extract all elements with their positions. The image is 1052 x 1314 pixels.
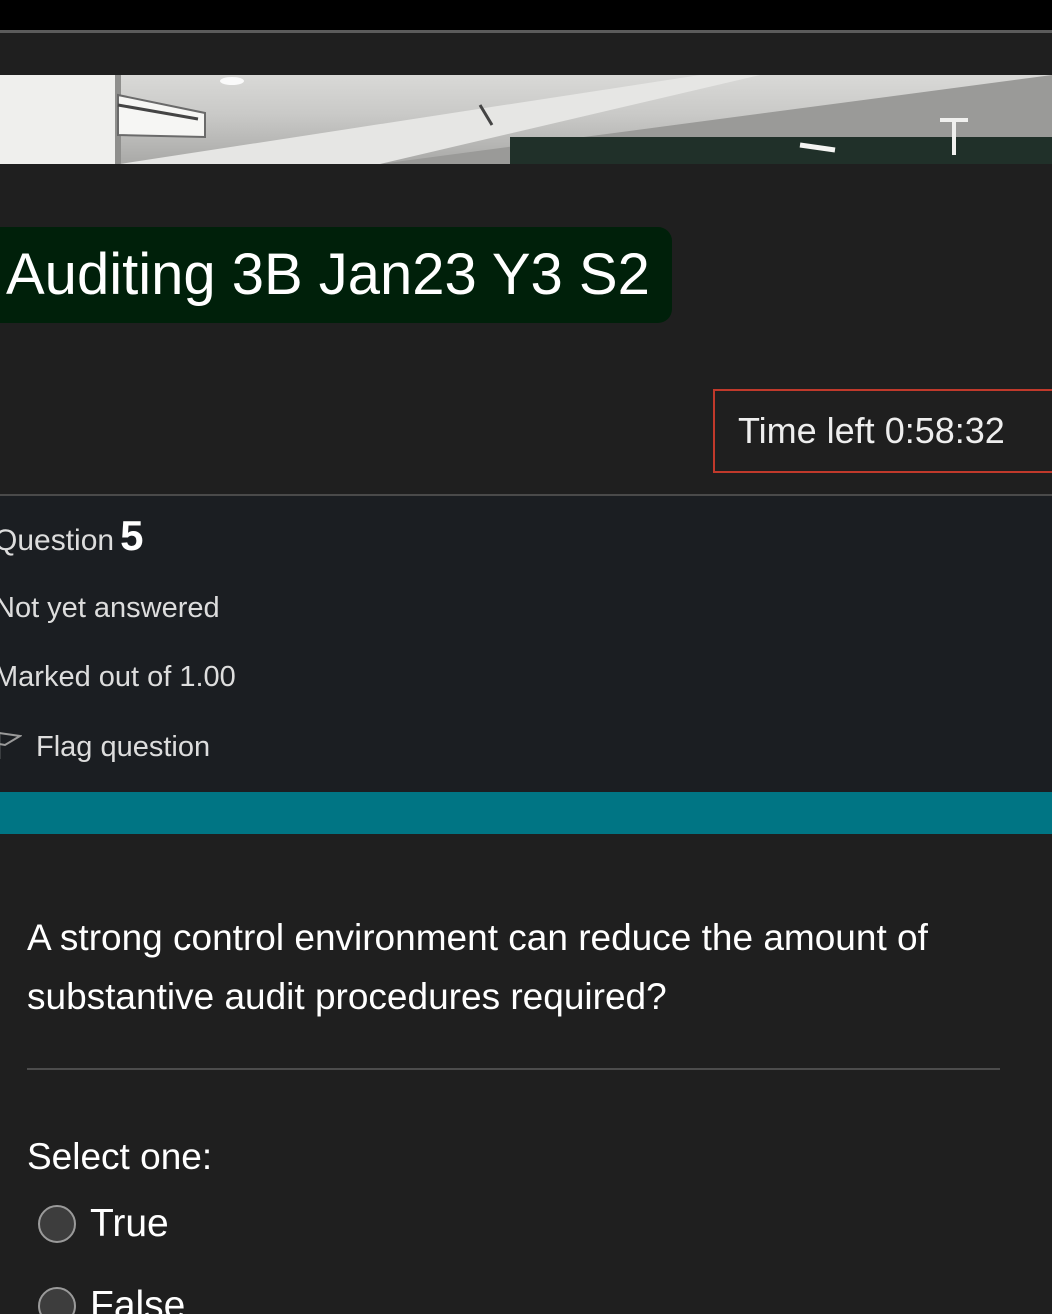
header-banner-image bbox=[0, 75, 1052, 164]
question-content-bar bbox=[0, 792, 1052, 834]
radio-true[interactable] bbox=[38, 1205, 76, 1243]
radio-false[interactable] bbox=[38, 1287, 76, 1314]
select-one-prompt: Select one: bbox=[27, 1136, 213, 1177]
question-grade: Marked out of 1.00 bbox=[0, 661, 236, 693]
flag-outline-icon bbox=[0, 730, 23, 765]
header-divider bbox=[0, 30, 1052, 33]
flag-question-label: Flag question bbox=[36, 731, 211, 763]
question-number-label: Question bbox=[0, 524, 115, 557]
quiz-page: Auditing 3B Jan23 Y3 S2 Time left 0:58:3… bbox=[0, 0, 1052, 1314]
time-left-timer: Time left 0:58:32 bbox=[713, 389, 1052, 473]
status-bar bbox=[0, 0, 1052, 30]
answer-option-true[interactable]: True bbox=[38, 1202, 169, 1246]
question-number-value: 5 bbox=[120, 512, 144, 559]
timer-label: Time left 0:58:32 bbox=[738, 410, 1005, 451]
question-divider bbox=[27, 1068, 1000, 1070]
question-info-panel: Question 5 Not yet answered Marked out of… bbox=[0, 494, 1052, 794]
course-title[interactable]: Auditing 3B Jan23 Y3 S2 bbox=[0, 227, 672, 323]
question-state: Not yet answered bbox=[0, 592, 220, 624]
question-text: A strong control environment can reduce … bbox=[27, 917, 928, 1017]
answer-option-label[interactable]: False bbox=[90, 1284, 185, 1314]
flag-question-button[interactable]: Flag question bbox=[0, 730, 210, 765]
answer-option-false[interactable]: False bbox=[38, 1284, 185, 1314]
answer-option-label[interactable]: True bbox=[90, 1202, 169, 1246]
question-number: Question 5 bbox=[0, 512, 143, 560]
